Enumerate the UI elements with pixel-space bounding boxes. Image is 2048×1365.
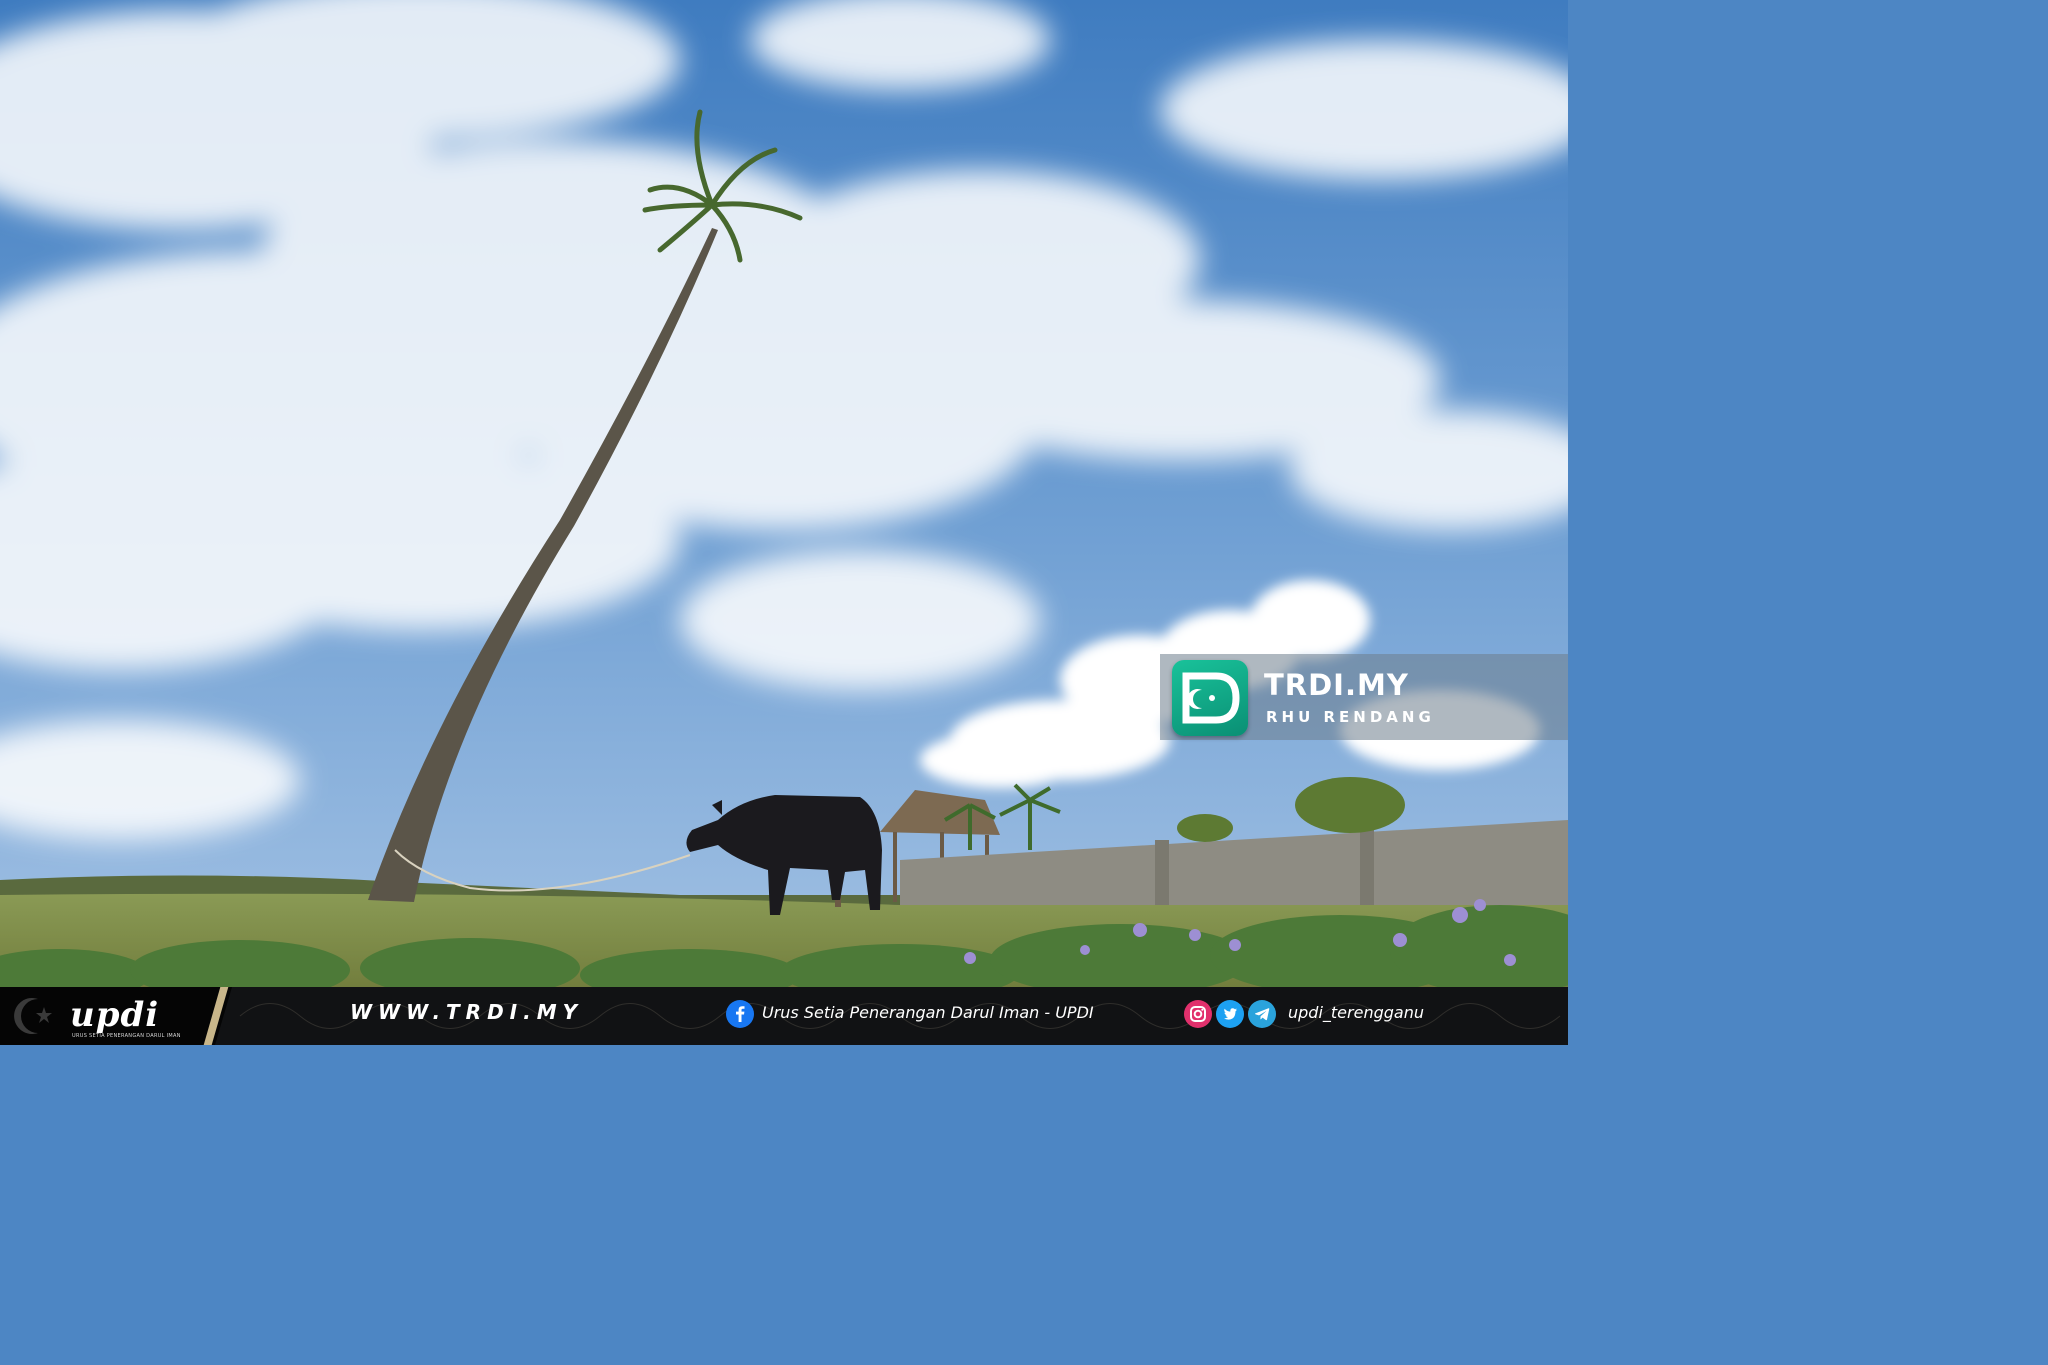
photo-scene xyxy=(0,0,1568,1045)
telegram-icon[interactable] xyxy=(1248,1000,1276,1028)
footer-bar: updi URUS SETIA PENERANGAN DARUL IMAN WW… xyxy=(0,987,1568,1045)
trdi-logo-icon xyxy=(1172,660,1248,736)
social-handle[interactable]: updi_terengganu xyxy=(1288,1003,1424,1022)
facebook-icon[interactable] xyxy=(726,1000,754,1028)
watermark-title: TRDI.MY xyxy=(1264,668,1409,702)
instagram-icon[interactable] xyxy=(1184,1000,1212,1028)
crescent-star-icon xyxy=(14,998,52,1034)
facebook-page-name[interactable]: Urus Setia Penerangan Darul Iman - UPDI xyxy=(762,1003,1094,1022)
updi-subtitle: URUS SETIA PENERANGAN DARUL IMAN xyxy=(72,1033,181,1039)
website-link[interactable]: WWW.TRDI.MY xyxy=(350,1000,583,1024)
updi-brand-block: updi URUS SETIA PENERANGAN DARUL IMAN xyxy=(0,987,232,1045)
watermark-location: RHU RENDANG xyxy=(1266,708,1435,726)
twitter-icon[interactable] xyxy=(1216,1000,1244,1028)
landscape-illustration xyxy=(0,0,1568,1045)
updi-logo: updi xyxy=(70,995,160,1035)
trdi-watermark: TRDI.MY RHU RENDANG xyxy=(1160,654,1568,740)
